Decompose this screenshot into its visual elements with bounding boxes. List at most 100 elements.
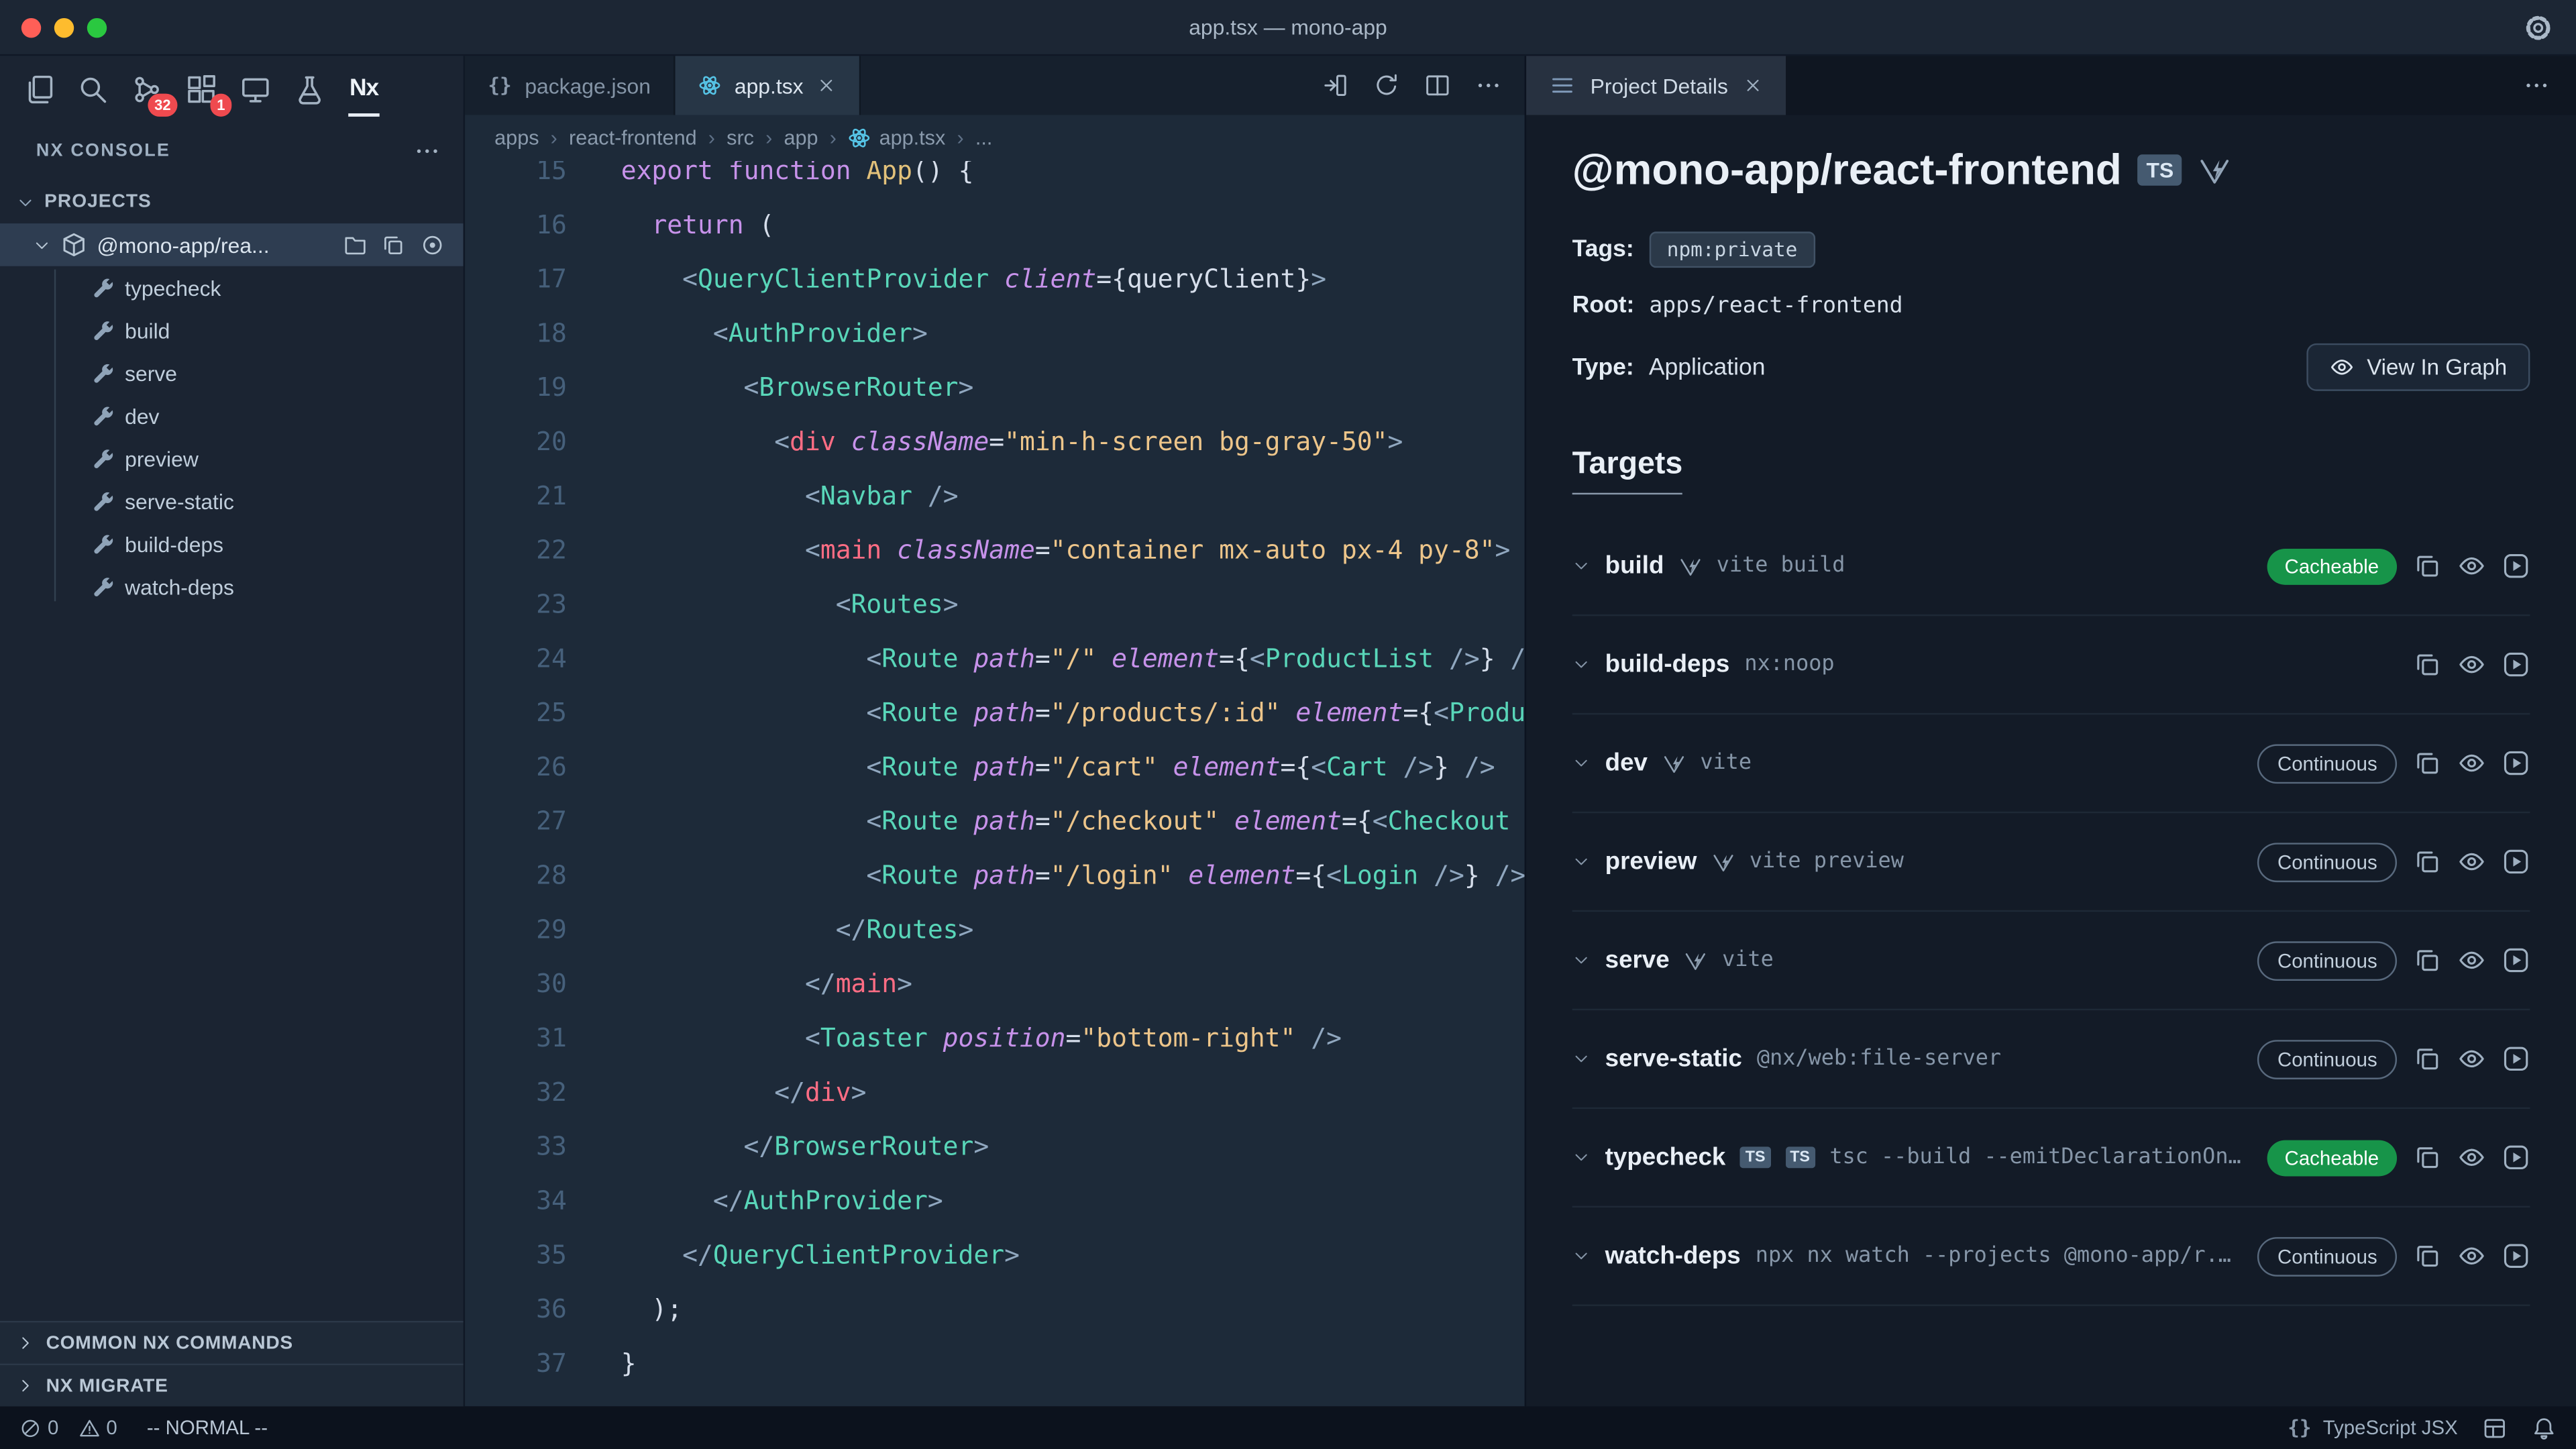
target-icon[interactable]: [420, 233, 444, 257]
copy-icon[interactable]: [381, 233, 405, 257]
chev-down-icon[interactable]: [1572, 655, 1591, 674]
run-target-button[interactable]: [2502, 1242, 2530, 1270]
view-target-button[interactable]: [2458, 1143, 2486, 1171]
vite-icon: [2198, 154, 2231, 186]
copy-target-button[interactable]: [2414, 651, 2442, 679]
sidebar-target-build-deps[interactable]: build-deps: [0, 523, 464, 566]
copy-target-button[interactable]: [2414, 749, 2442, 777]
tab-app-tsx[interactable]: app.tsx: [676, 56, 861, 115]
sidebar-target-typecheck[interactable]: typecheck: [0, 266, 464, 309]
tab-label: package.json: [525, 73, 651, 98]
split-editor-icon[interactable]: [1424, 72, 1450, 99]
sidebar-target-preview[interactable]: preview: [0, 437, 464, 480]
copy-target-button[interactable]: [2414, 848, 2442, 876]
zoom-window-button[interactable]: [87, 17, 107, 37]
chev-down-icon[interactable]: [1572, 754, 1591, 772]
copy-target-button[interactable]: [2414, 1045, 2442, 1073]
refresh-icon[interactable]: [1373, 72, 1399, 99]
breadcrumb-item[interactable]: apps: [494, 127, 539, 150]
open-changes-icon[interactable]: [1322, 72, 1348, 99]
layout-grid-icon[interactable]: [2482, 1415, 2507, 1440]
activity-remote-button[interactable]: [230, 56, 281, 121]
nx-migrate-section[interactable]: NX MIGRATE: [0, 1364, 464, 1407]
activity-nx-button[interactable]: Nx: [338, 56, 389, 121]
code-line-16: 16 return (: [465, 199, 1525, 253]
project-row-mono-app[interactable]: @mono-app/rea...: [0, 223, 464, 266]
chev-down-icon[interactable]: [1572, 1050, 1591, 1068]
run-target-button[interactable]: [2502, 848, 2530, 876]
breadcrumb-item[interactable]: ...: [975, 127, 993, 150]
sidebar-target-watch-deps[interactable]: watch-deps: [0, 565, 464, 608]
chevron-down-icon: [16, 193, 34, 211]
run-target-button[interactable]: [2502, 651, 2530, 679]
chev-down-icon[interactable]: [1572, 1247, 1591, 1265]
view-target-button[interactable]: [2458, 1045, 2486, 1073]
activity-beaker-button[interactable]: [284, 56, 335, 121]
projects-label: PROJECTS: [44, 193, 152, 212]
code-line-27: 27 <Route path="/checkout" element={<Che…: [465, 795, 1525, 849]
chev-down-icon[interactable]: [1572, 557, 1591, 575]
settings-gear-icon[interactable]: [2524, 12, 2553, 42]
view-target-button[interactable]: [2458, 848, 2486, 876]
breadcrumb-item[interactable]: app.tsx: [848, 127, 945, 150]
breadcrumb-item[interactable]: src: [727, 127, 754, 150]
copy-target-button[interactable]: [2414, 1143, 2442, 1171]
activity-search-button[interactable]: [67, 56, 118, 121]
activity-files-button[interactable]: [13, 56, 64, 121]
tab-package-json[interactable]: {} package.json: [465, 56, 676, 115]
target-row-serve: serveviteContinuous: [1572, 912, 2530, 1010]
folder-icon[interactable]: [343, 233, 367, 257]
tab-label: app.tsx: [735, 73, 804, 98]
wrench-icon: [92, 575, 115, 598]
chev-down-icon[interactable]: [1572, 951, 1591, 969]
breadcrumb-item[interactable]: react-frontend: [569, 127, 697, 150]
sidebar-target-serve[interactable]: serve: [0, 352, 464, 394]
problems-errors[interactable]: 0: [19, 1416, 58, 1439]
run-target-button[interactable]: [2502, 1045, 2530, 1073]
projects-section-row[interactable]: PROJECTS: [0, 180, 464, 223]
close-window-button[interactable]: [21, 17, 41, 37]
view-target-button[interactable]: [2458, 552, 2486, 580]
sidebar-target-dev[interactable]: dev: [0, 394, 464, 437]
activity-extensions-button[interactable]: 1: [176, 56, 227, 121]
tab-project-details[interactable]: Project Details: [1526, 56, 1785, 115]
language-selector[interactable]: {} TypeScript JSX: [2288, 1416, 2457, 1439]
close-tab-icon[interactable]: [816, 76, 836, 95]
chevron-right-icon: [16, 1377, 34, 1395]
target-row-build: buildvite buildCacheable: [1572, 517, 2530, 616]
activity-badge: 1: [210, 94, 231, 117]
copy-target-button[interactable]: [2414, 552, 2442, 580]
view-in-graph-button[interactable]: View In Graph: [2306, 343, 2530, 391]
chev-down-icon[interactable]: [1572, 853, 1591, 871]
run-target-button[interactable]: [2502, 552, 2530, 580]
chev-down-icon[interactable]: [1572, 1148, 1591, 1167]
targets-heading: Targets: [1572, 447, 1683, 494]
copy-target-button[interactable]: [2414, 1242, 2442, 1270]
activity-source-control-button[interactable]: 32: [121, 56, 172, 121]
code-line-23: 23 <Routes>: [465, 578, 1525, 633]
common-nx-commands-section[interactable]: COMMON NX COMMANDS: [0, 1321, 464, 1364]
sidebar-target-build[interactable]: build: [0, 309, 464, 352]
continuous-badge: Continuous: [2258, 842, 2397, 881]
run-target-button[interactable]: [2502, 749, 2530, 777]
close-panel-icon[interactable]: [1743, 76, 1762, 95]
more-actions-icon[interactable]: [414, 138, 440, 164]
minimize-window-button[interactable]: [54, 17, 74, 37]
more-actions-icon[interactable]: [2524, 72, 2576, 99]
run-target-button[interactable]: [2502, 947, 2530, 975]
copy-target-button[interactable]: [2414, 947, 2442, 975]
view-target-button[interactable]: [2458, 947, 2486, 975]
more-actions-icon[interactable]: [1475, 72, 1501, 99]
wrench-icon: [92, 447, 115, 470]
code-editor[interactable]: 15export function App() {16 return (17 <…: [465, 161, 1525, 1406]
notifications-bell-icon[interactable]: [2532, 1415, 2557, 1440]
play-icon: [2502, 848, 2530, 876]
view-target-button[interactable]: [2458, 1242, 2486, 1270]
view-target-button[interactable]: [2458, 651, 2486, 679]
view-target-button[interactable]: [2458, 749, 2486, 777]
sidebar-target-serve-static[interactable]: serve-static: [0, 480, 464, 523]
targets-list: buildvite buildCacheablebuild-depsnx:noo…: [1572, 517, 2530, 1306]
breadcrumb-item[interactable]: app: [784, 127, 818, 150]
run-target-button[interactable]: [2502, 1143, 2530, 1171]
problems-warnings[interactable]: 0: [78, 1416, 117, 1439]
